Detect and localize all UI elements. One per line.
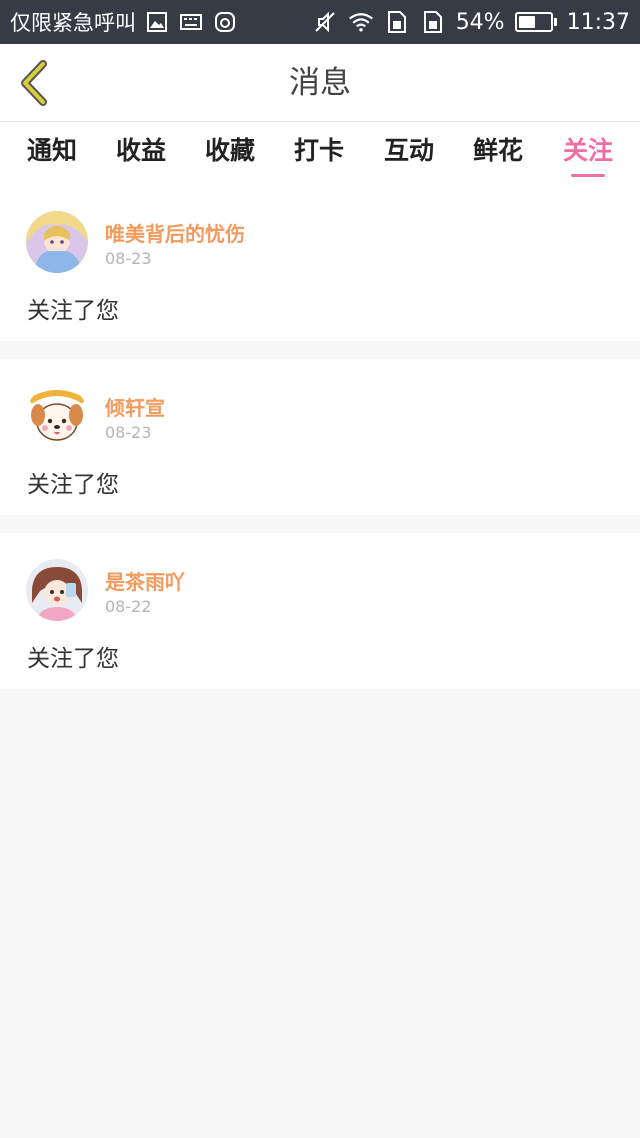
user-name[interactable]: 倾轩宣 (105, 392, 165, 421)
tab-label: 收益 (115, 136, 166, 165)
list-item[interactable]: 是茶雨吖 08-22 关注了您 (0, 533, 640, 689)
app-notification-icon (212, 9, 238, 35)
battery-percent: 54% (455, 9, 505, 35)
message-text: 关注了您 (27, 646, 119, 672)
avatar[interactable] (26, 385, 88, 447)
carrier-text: 仅限紧急呼叫 (10, 11, 136, 35)
active-tab-indicator (571, 174, 605, 177)
tab-label: 关注 (562, 136, 613, 165)
wifi-icon (348, 9, 374, 35)
tab-earnings[interactable]: 收益 (101, 123, 181, 185)
message-date: 08-22 (105, 597, 152, 616)
message-date: 08-23 (105, 249, 152, 268)
tab-label: 互动 (383, 136, 434, 165)
status-bar: 仅限紧急呼叫 54% 11:37 (0, 0, 640, 44)
tab-interaction[interactable]: 互动 (369, 123, 449, 185)
list-item[interactable]: 倾轩宣 08-23 关注了您 (0, 359, 640, 515)
tab-label: 打卡 (293, 136, 344, 165)
battery-icon (514, 12, 557, 32)
keyboard-icon (178, 9, 204, 35)
page-title: 消息 (289, 65, 351, 101)
tab-checkin[interactable]: 打卡 (279, 123, 359, 185)
tab-notification[interactable]: 通知 (12, 123, 92, 185)
sim-card-icon (384, 9, 410, 35)
mute-icon (312, 9, 338, 35)
tab-label: 鲜花 (472, 136, 523, 165)
sim-card-2-icon (420, 9, 446, 35)
avatar[interactable] (26, 211, 88, 273)
clock: 11:37 (566, 9, 630, 35)
image-icon (144, 9, 170, 35)
message-date: 08-23 (105, 423, 152, 442)
user-name[interactable]: 唯美背后的忧伤 (105, 218, 245, 247)
avatar[interactable] (26, 559, 88, 621)
tab-label: 通知 (26, 136, 77, 165)
app-header: 消息 (0, 44, 640, 122)
message-text: 关注了您 (27, 472, 119, 498)
tab-follow[interactable]: 关注 (548, 123, 628, 185)
message-text: 关注了您 (27, 298, 119, 324)
tab-flowers[interactable]: 鲜花 (458, 123, 538, 185)
tab-bar: 通知 收益 收藏 打卡 互动 鲜花 关注 (0, 123, 640, 185)
tab-favorites[interactable]: 收藏 (190, 123, 270, 185)
list-item[interactable]: 唯美背后的忧伤 08-23 关注了您 (0, 185, 640, 341)
tab-label: 收藏 (204, 136, 255, 165)
user-name[interactable]: 是茶雨吖 (105, 566, 185, 595)
